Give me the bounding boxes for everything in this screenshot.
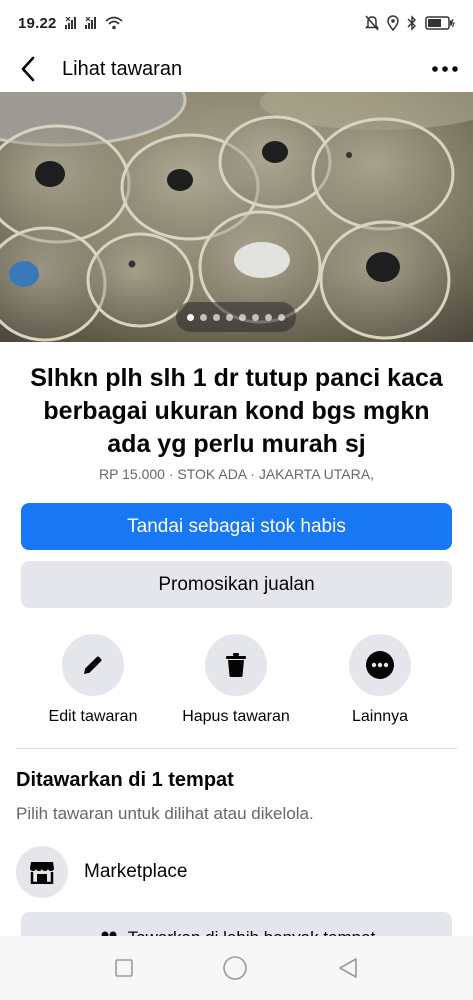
wifi-icon (104, 16, 123, 30)
carousel-dot (213, 313, 220, 321)
top-app-bar: Lihat tawaran (0, 46, 473, 92)
more-label: Lainnya (351, 708, 409, 725)
delete-listing-label: Hapus tawaran (182, 708, 290, 725)
place-item-marketplace[interactable]: Marketplace (16, 846, 188, 898)
listing-meta: RP 15.000 · STOK ADA · JAKARTA UTARA, (99, 466, 374, 482)
edit-listing-action[interactable]: Edit tawaran (18, 634, 168, 726)
bluetooth-icon (407, 15, 416, 31)
pencil-icon (84, 656, 102, 674)
carousel-dot (200, 313, 207, 321)
pot-lid-8 (319, 220, 451, 340)
carousel-dot (187, 313, 194, 321)
more-options-button[interactable] (417, 46, 473, 92)
more-circle-icon (366, 651, 394, 679)
promote-button[interactable]: Promosikan jualan (21, 561, 452, 608)
status-bar: 19.22 (0, 0, 473, 46)
carousel-dot (239, 313, 246, 321)
home-button[interactable] (222, 955, 248, 981)
offered-section-subtitle: Pilih tawaran untuk dilihat atau dikelol… (16, 804, 314, 823)
mark-sold-button[interactable]: Tandai sebagai stok habis (21, 503, 452, 550)
page-title: Lihat tawaran (62, 57, 183, 80)
listing-actions: Edit tawaran Hapus tawaran Lainnya (0, 634, 473, 734)
signal-indicators (64, 16, 123, 30)
signal-x-icon (64, 17, 76, 29)
carousel-page-indicator (176, 302, 296, 332)
back-button[interactable] (0, 46, 56, 92)
more-action[interactable]: Lainnya (305, 634, 455, 726)
status-time: 19.22 (18, 14, 57, 32)
carousel-dot (252, 313, 259, 321)
delete-button[interactable] (205, 634, 267, 696)
carousel-dot (226, 313, 233, 321)
marketplace-icon-container (16, 846, 68, 898)
back-arrow-icon (21, 56, 35, 82)
more-button[interactable] (349, 634, 411, 696)
more-dots-icon (432, 66, 458, 72)
signal-x-icon (84, 17, 96, 29)
place-label-marketplace: Marketplace (84, 861, 188, 882)
section-divider (16, 748, 457, 749)
system-navigation-bar (0, 936, 473, 1000)
battery-icon (425, 16, 455, 30)
mute-icon (365, 15, 379, 31)
carousel-dot (278, 313, 285, 321)
delete-listing-action[interactable]: Hapus tawaran (161, 634, 311, 726)
offered-section-title: Ditawarkan di 1 tempat (16, 769, 234, 791)
status-right-icons (365, 15, 455, 31)
pot-lid-4 (311, 117, 455, 231)
trash-icon (226, 653, 246, 677)
marketplace-store-icon (30, 862, 54, 884)
edit-listing-label: Edit tawaran (48, 708, 138, 725)
recents-button[interactable] (114, 958, 134, 978)
pot-lid-1 (0, 124, 131, 244)
location-icon (387, 15, 399, 31)
carousel-dot (265, 313, 272, 321)
listing-title: Slhkn plh slh 1 dr tutup panci kaca berb… (30, 364, 443, 458)
back-nav-button[interactable] (337, 957, 359, 979)
edit-button[interactable] (62, 634, 124, 696)
